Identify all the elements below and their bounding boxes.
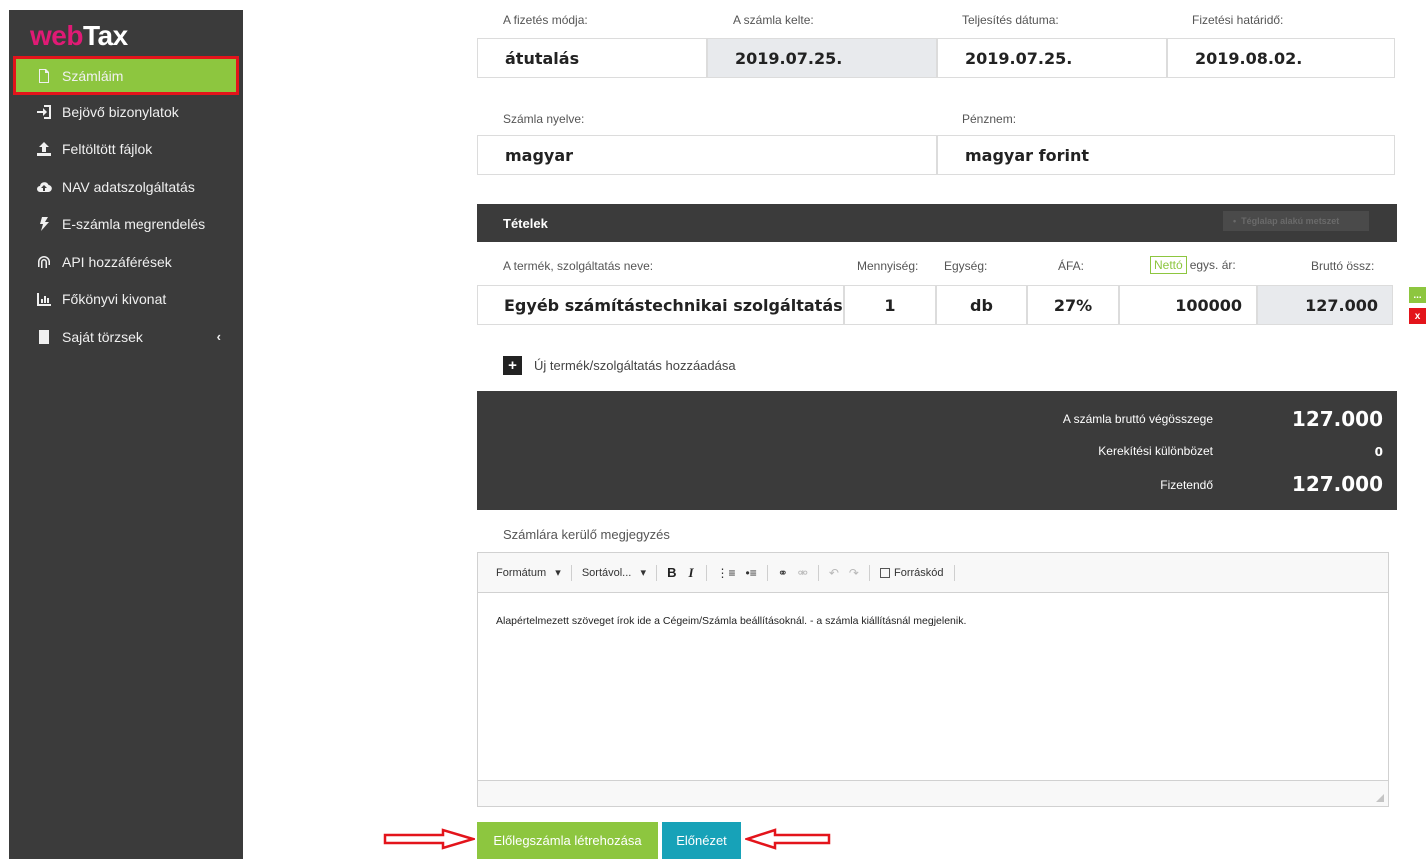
item-name-input[interactable]: Egyéb számítástechnikai szolgáltatás [477, 285, 844, 325]
language-select[interactable]: magyar [477, 135, 937, 175]
sidebar-item-api-hozzaferesek[interactable]: API hozzáférések [9, 243, 243, 281]
left-arrow-annotation-icon [745, 828, 831, 850]
fulfillment-date-field[interactable]: 2019.07.25. [937, 38, 1167, 78]
undo-icon[interactable]: ↶ [829, 566, 839, 580]
preview-button[interactable]: Előnézet [662, 822, 741, 859]
sidebar-item-label: NAV adatszolgáltatás [62, 178, 195, 195]
item-quantity-input[interactable]: 1 [844, 285, 936, 325]
create-advance-invoice-button[interactable]: Előlegszámla létrehozása [477, 822, 658, 859]
items-header: Tételek • Téglalap alakú metszet [477, 204, 1397, 242]
due-date-label: Fizetési határidő: [1192, 13, 1284, 27]
document-icon [35, 67, 53, 85]
issue-date-field: 2019.07.25. [707, 38, 937, 78]
toolbar-separator [868, 564, 870, 581]
source-icon [879, 567, 890, 578]
caret-down-icon: ▾ [640, 567, 647, 579]
item-net-price-input[interactable]: 100000 [1119, 285, 1257, 325]
toolbar-separator [705, 564, 707, 581]
snip-overlay: • Téglalap alakú metszet [1223, 211, 1369, 231]
payment-method-select[interactable]: átutalás [477, 38, 707, 78]
currency-select[interactable]: magyar forint [937, 135, 1395, 175]
right-arrow-annotation-icon [383, 828, 475, 850]
plus-icon: + [503, 356, 522, 375]
item-vat-select[interactable]: 27% [1027, 285, 1119, 325]
item-unit-input[interactable]: db [936, 285, 1027, 325]
bulleted-list-icon[interactable]: •≡ [746, 566, 757, 580]
link-icon[interactable]: ⚭ [778, 566, 788, 580]
numbered-list-icon[interactable]: ⋮≡ [717, 566, 736, 580]
chevron-left-icon[interactable]: ‹ [217, 329, 221, 344]
resize-grip-icon[interactable] [1376, 794, 1384, 802]
editor-toolbar: Formátum ▾ Sortávol... ▾ B I ⋮≡ •≡ ⚭ ⚮ ↶… [478, 553, 1388, 593]
currency-label: Pénznem: [962, 112, 1017, 126]
col-vat-label: ÁFA: [1058, 259, 1085, 273]
sidebar-item-label: Számláim [62, 67, 124, 84]
sidebar-item-label: Saját törzsek [62, 328, 143, 345]
gross-total-value: 127.000 [1291, 407, 1383, 431]
caret-down-icon: ▾ [555, 567, 561, 579]
sidebar-item-label: Bejövő bizonylatok [62, 103, 179, 120]
unlink-icon[interactable]: ⚮ [798, 566, 808, 580]
totals-panel: A számla bruttó végösszege 127.000 Kerek… [477, 391, 1397, 510]
webtax-logo[interactable]: webTax [30, 20, 128, 52]
notes-label: Számlára kerülő megjegyzés [503, 527, 670, 542]
netto-toggle[interactable]: Nettó [1150, 256, 1187, 274]
redo-icon[interactable]: ↷ [849, 566, 859, 580]
col-net-price-label: Nettó egys. ár: [1150, 256, 1236, 274]
upload-icon [35, 140, 53, 158]
bolt-icon [35, 215, 53, 233]
source-button[interactable]: Forráskód [879, 567, 944, 579]
toolbar-separator [953, 564, 955, 581]
sidebar-item-label: API hozzáférések [62, 253, 172, 270]
fulfillment-date-label: Teljesítés dátuma: [962, 13, 1059, 27]
sidebar-item-label: E-számla megrendelés [62, 216, 206, 233]
line-spacing-dropdown[interactable]: Sortávol... ▾ [582, 566, 647, 580]
add-item-button[interactable]: + Új termék/szolgáltatás hozzáadása [503, 356, 736, 375]
col-gross-label: Bruttó össz: [1311, 259, 1375, 273]
row-more-button[interactable]: ... [1409, 287, 1426, 303]
sidebar: webTax Számláim Bejövő bizonylatok Feltö… [0, 0, 243, 859]
italic-button[interactable]: I [688, 565, 693, 581]
item-gross-field: 127.000 [1257, 285, 1393, 325]
notes-editor: Formátum ▾ Sortávol... ▾ B I ⋮≡ •≡ ⚭ ⚮ ↶… [477, 552, 1389, 807]
toolbar-separator [817, 564, 819, 581]
sidebar-item-sajat-torzsek[interactable]: Saját törzsek ‹ [9, 318, 243, 356]
sidebar-item-e-szamla-megrendeles[interactable]: E-számla megrendelés [9, 206, 243, 244]
sign-in-icon [35, 103, 53, 121]
toolbar-separator [570, 564, 572, 581]
sidebar-item-bejovo-bizonylatok[interactable]: Bejövő bizonylatok [9, 93, 243, 131]
book-icon [35, 328, 53, 346]
toolbar-separator [766, 564, 768, 581]
sidebar-item-nav-adatszolgaltatas[interactable]: NAV adatszolgáltatás [9, 168, 243, 206]
sidebar-item-label: Főkönyvi kivonat [62, 291, 167, 308]
fingerprint-icon [35, 253, 53, 271]
toolbar-separator [656, 564, 658, 581]
language-label: Számla nyelve: [503, 112, 585, 126]
sidebar-item-szamlaim[interactable]: Számláim [13, 56, 239, 95]
rounding-value: 0 [1374, 445, 1383, 459]
sidebar-item-feltoltott-fajlok[interactable]: Feltöltött fájlok [9, 131, 243, 169]
payable-label: Fizetendő [1160, 478, 1213, 492]
format-dropdown[interactable]: Formátum ▾ [496, 566, 561, 580]
payable-value: 127.000 [1291, 472, 1383, 496]
col-unit-label: Egység: [944, 259, 988, 273]
row-delete-button[interactable]: x [1409, 308, 1426, 324]
sidebar-item-label: Feltöltött fájlok [62, 141, 153, 158]
bold-button[interactable]: B [667, 565, 676, 580]
add-item-label: Új termék/szolgáltatás hozzáadása [534, 358, 736, 373]
sidebar-item-fokonyvi-kivonat[interactable]: Főkönyvi kivonat [9, 281, 243, 319]
bar-chart-icon [35, 290, 53, 308]
editor-statusbar [478, 780, 1388, 806]
col-quantity-label: Mennyiség: [857, 259, 919, 273]
sidebar-menu: Számláim Bejövő bizonylatok Feltöltött f… [9, 56, 243, 356]
due-date-field[interactable]: 2019.08.02. [1167, 38, 1395, 78]
issue-date-label: A számla kelte: [733, 13, 814, 27]
col-name-label: A termék, szolgáltatás neve: [503, 259, 654, 273]
rounding-label: Kerekítési különbözet [1098, 444, 1213, 458]
items-header-title: Tételek [503, 215, 548, 231]
payment-method-label: A fizetés módja: [503, 13, 588, 27]
gross-total-label: A számla bruttó végösszege [1062, 412, 1213, 426]
cloud-upload-icon [35, 178, 53, 196]
editor-content[interactable]: Alapértelmezett szöveget írok ide a Cége… [478, 593, 1388, 781]
